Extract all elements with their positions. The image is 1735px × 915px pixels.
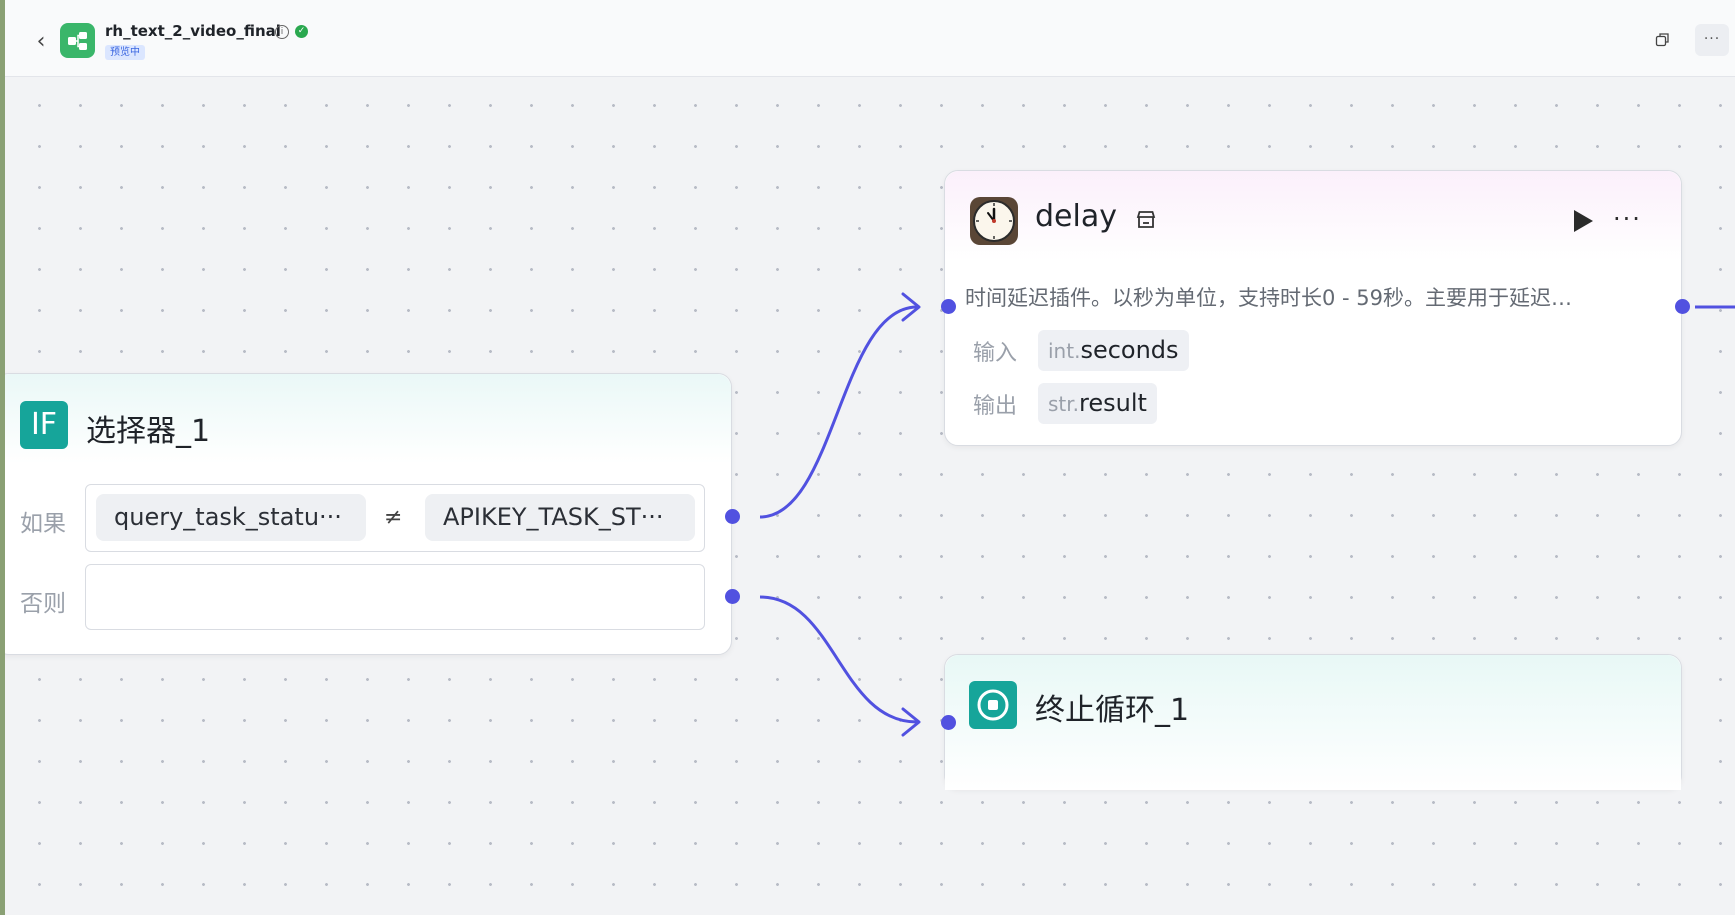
not-equal-operator[interactable]: ≠ [384, 505, 402, 530]
if-icon: IF [20, 401, 68, 449]
input-param: int.seconds [1038, 330, 1189, 371]
input-type: int. [1048, 339, 1081, 363]
delay-node[interactable]: delay ··· 时间延迟插件。以秒为单位，支持时长0 - 59秒。主要用于延… [944, 170, 1682, 446]
else-label: 否则 [20, 591, 66, 617]
info-icon[interactable]: i [275, 25, 289, 39]
check-circle-icon: ✓ [295, 25, 308, 38]
output-label: 输出 [973, 394, 1018, 419]
stop-loop-node[interactable]: 终止循环_1 [944, 654, 1682, 790]
chevron-left-icon[interactable]: ‹ [29, 28, 53, 56]
clock-icon [969, 196, 1019, 246]
node-title: delay [1035, 199, 1117, 234]
right-operand[interactable]: APIKEY_TASK_ST··· [425, 494, 695, 541]
delay-input-port[interactable] [941, 299, 956, 314]
else-condition-box[interactable] [85, 564, 705, 630]
node-title: 选择器_1 [86, 414, 211, 449]
if-label: 如果 [20, 511, 66, 537]
edge-if-to-delay [759, 305, 918, 519]
if-output-port[interactable] [725, 509, 740, 524]
workflow-editor: ‹ rh_text_2_video_final i ✓ 预览中 ··· IF 选… [5, 0, 1735, 915]
output-param: str.result [1038, 383, 1157, 424]
top-bar: ‹ rh_text_2_video_final i ✓ 预览中 ··· [5, 0, 1735, 77]
workflow-icon [60, 23, 95, 58]
output-name: result [1079, 389, 1147, 417]
node-description: 时间延迟插件。以秒为单位，支持时长0 - 59秒。主要用于延迟… [965, 286, 1573, 310]
popout-icon[interactable] [1655, 32, 1670, 47]
else-output-port[interactable] [725, 589, 740, 604]
input-name: seconds [1080, 336, 1179, 364]
left-operand[interactable]: query_task_statu··· [96, 494, 366, 541]
selector-node[interactable]: IF 选择器_1 如果 query_task_statu··· ≠ APIKEY… [5, 373, 732, 655]
input-label: 输入 [973, 341, 1018, 366]
stop-circle-icon [969, 681, 1017, 729]
more-button[interactable]: ··· [1695, 24, 1729, 56]
store-icon[interactable] [1135, 209, 1157, 231]
play-icon[interactable] [1571, 208, 1595, 234]
status-badge: 预览中 [105, 45, 145, 60]
node-more-button[interactable]: ··· [1613, 205, 1642, 233]
app-title: rh_text_2_video_final [105, 22, 281, 40]
bottom-strip [5, 897, 1735, 915]
edge-else-to-stop [759, 595, 918, 724]
if-condition-box[interactable]: query_task_statu··· ≠ APIKEY_TASK_ST··· [85, 484, 705, 552]
delay-output-port[interactable] [1675, 299, 1690, 314]
node-title: 终止循环_1 [1035, 693, 1190, 728]
output-type: str. [1048, 392, 1080, 416]
workflow-canvas[interactable]: IF 选择器_1 如果 query_task_statu··· ≠ APIKEY… [5, 77, 1735, 907]
stop-input-port[interactable] [941, 715, 956, 730]
